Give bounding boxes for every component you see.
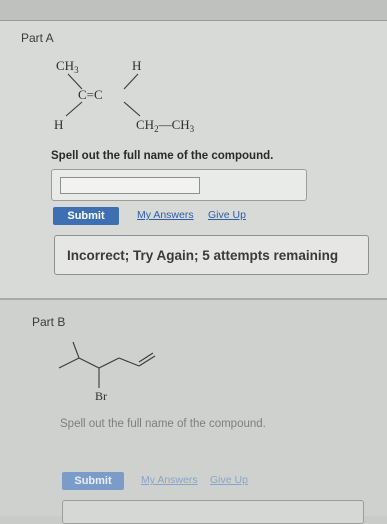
bond-line	[123, 73, 139, 90]
skeletal-double-bond	[138, 352, 154, 363]
part-a-my-answers-link[interactable]: My Answers	[137, 209, 194, 221]
part-b-label: Part B	[32, 315, 66, 329]
double-bond-label: C=C	[78, 87, 103, 102]
bond-line	[65, 101, 83, 117]
top-bar	[0, 0, 387, 21]
part-a-answer-input[interactable]	[60, 177, 200, 194]
part-a-label: Part A	[21, 31, 54, 45]
skeletal-bond	[58, 341, 80, 369]
part-b-question: Spell out the full name of the compound.	[60, 418, 266, 430]
part-a-feedback-text: Incorrect; Try Again; 5 attempts remaini…	[67, 247, 339, 263]
ch2-ch3-label: CH2—CH3	[136, 117, 195, 134]
ch3-top-label: CH3	[56, 58, 79, 75]
h-top-label: H	[132, 58, 141, 73]
h-bottom-label: H	[54, 117, 63, 132]
br-label: Br	[95, 389, 107, 403]
part-b-submit-button[interactable]: Submit	[62, 472, 124, 490]
part-a-question: Spell out the full name of the compound.	[51, 150, 274, 162]
part-a-feedback-box: Incorrect; Try Again; 5 attempts remaini…	[54, 235, 369, 275]
part-b-my-answers-link[interactable]: My Answers	[141, 474, 198, 486]
part-b-structure-diagram: Br	[58, 341, 156, 403]
part-b-give-up-link[interactable]: Give Up	[210, 474, 248, 486]
bond-line	[123, 101, 141, 117]
skeletal-bond	[78, 357, 100, 369]
part-a-give-up-link[interactable]: Give Up	[208, 209, 246, 221]
part-a-structure-diagram: CH3 H C=C H CH2—CH3	[54, 58, 195, 134]
skeletal-bond	[98, 357, 120, 369]
part-a-submit-button[interactable]: Submit	[53, 207, 119, 225]
skeletal-bond	[118, 357, 140, 367]
part-b-answer-container	[62, 500, 364, 524]
